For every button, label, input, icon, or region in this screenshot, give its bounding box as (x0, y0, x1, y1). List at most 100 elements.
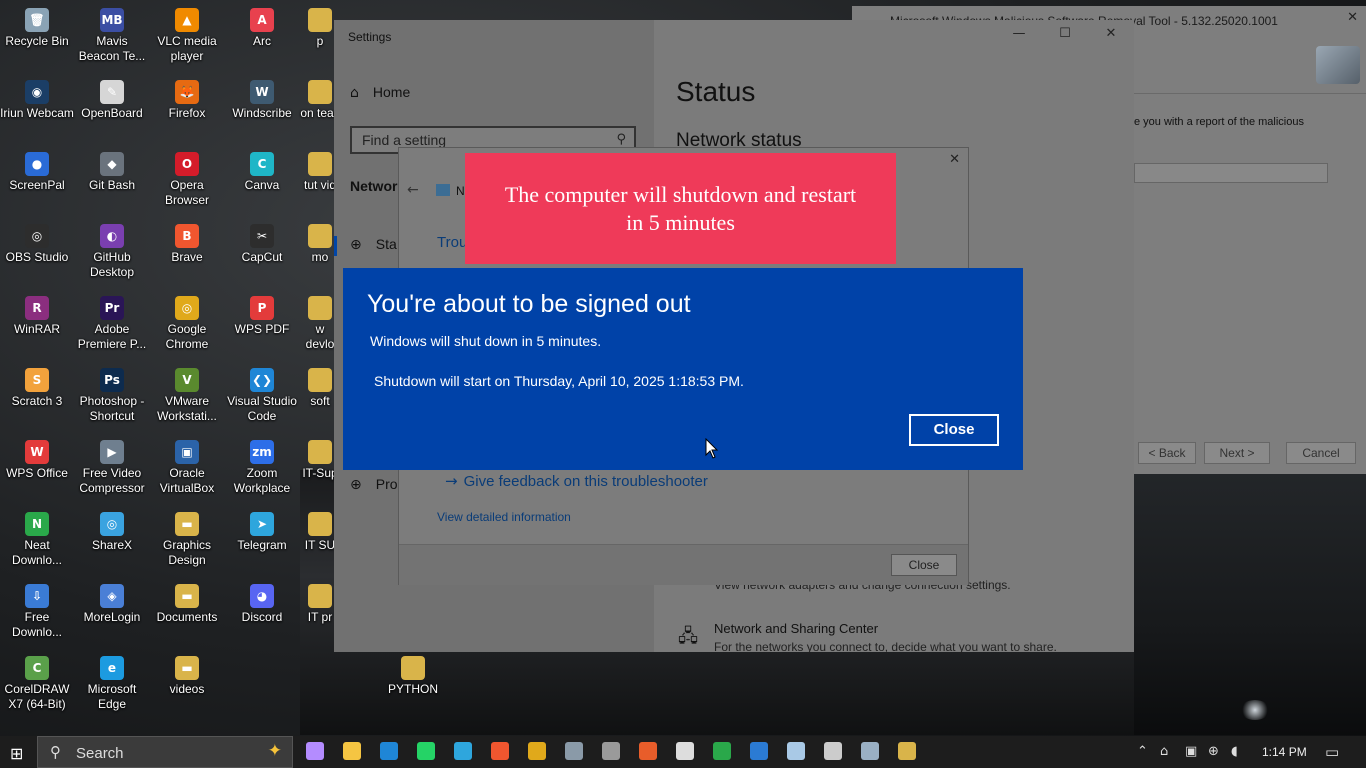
sidebar-item-label: Home (372, 84, 411, 100)
desktop-icon[interactable]: ◉ Iriun Webcam (0, 74, 74, 121)
signout-close-button[interactable]: Close (909, 414, 999, 446)
clock[interactable]: 1:14 PM (1262, 745, 1307, 759)
desktop-icon[interactable]: 🗑 Recycle Bin (0, 2, 74, 49)
sidebar-item-proxy[interactable]: ⊕ Pro (350, 476, 398, 493)
desktop-icon[interactable]: N Neat Downlo... (0, 506, 74, 568)
desktop-icon[interactable]: P WPS PDF (225, 290, 299, 337)
close-icon[interactable]: ✕ (949, 152, 960, 167)
folder-icon (308, 152, 332, 176)
maximize-icon[interactable]: ☐ (1050, 26, 1080, 46)
desktop-icon[interactable]: ▣ Oracle VirtualBox (150, 434, 224, 496)
edge-app-icon[interactable] (639, 742, 657, 760)
back-arrow-icon[interactable]: ← (407, 182, 419, 198)
desktop-icon[interactable]: zm Zoom Workplace (225, 434, 299, 496)
desktop-icon[interactable]: ▶ Free Video Compressor (75, 434, 149, 496)
desktop-icon[interactable]: B Brave (150, 218, 224, 265)
desktop-icon[interactable]: ◈ MoreLogin (75, 578, 149, 625)
desktop-icon[interactable]: A Arc (225, 2, 299, 49)
outlook-app-icon[interactable] (750, 742, 768, 760)
whatsapp-app-icon[interactable] (417, 742, 435, 760)
desktop-icon[interactable]: W WPS Office (0, 434, 74, 481)
desktop-icon-label: Arc (253, 34, 271, 48)
desktop-icon[interactable]: V VMware Workstati... (150, 362, 224, 424)
search-icon: ⚲ (616, 132, 626, 147)
desktop-icon[interactable]: Ps Photoshop - Shortcut (75, 362, 149, 424)
tools-app-icon[interactable] (898, 742, 916, 760)
next-button[interactable]: Next > (1204, 442, 1270, 464)
sidebar-item-status[interactable]: ⊕ Sta (334, 236, 397, 256)
network-sharing-center-link[interactable]: Network and Sharing Center (714, 621, 878, 636)
settings-title: Settings (348, 30, 392, 44)
wordpress-app-icon[interactable] (565, 742, 583, 760)
desktop-icon[interactable]: e Microsoft Edge (75, 650, 149, 712)
msrt-app-icon[interactable] (861, 742, 879, 760)
folder-icon (308, 440, 332, 464)
taskbar-search-box[interactable]: ⚲ Search ✦ (37, 736, 293, 768)
notification-text: The computer will shutdown and restart i… (504, 181, 857, 235)
desktop-icon[interactable]: ❮❯ Visual Studio Code (225, 362, 299, 424)
close-icon[interactable]: ✕ (1096, 26, 1126, 46)
desktop-icon[interactable]: ◎ Google Chrome (150, 290, 224, 352)
feedback-link[interactable]: → Give feedback on this troubleshooter (445, 472, 708, 490)
folder-icon (308, 296, 332, 320)
signout-dialog[interactable]: You're about to be signed out Windows wi… (343, 268, 1023, 470)
desktop-icon[interactable]: ✎ OpenBoard (75, 74, 149, 121)
troubleshooter-close-button[interactable]: Close (891, 554, 957, 576)
notification-center-icon[interactable]: ▭ (1325, 743, 1339, 761)
desktop-icon[interactable]: ▬ Documents (150, 578, 224, 625)
excel-app-icon[interactable] (713, 742, 731, 760)
desktop-icon[interactable]: ◎ OBS Studio (0, 218, 74, 265)
signout-heading: You're about to be signed out (367, 290, 691, 318)
desktop-icon[interactable]: ▬ videos (150, 650, 224, 697)
chevron-up-icon[interactable]: ⌃ (1137, 744, 1148, 759)
windows-start-icon[interactable]: ⊞ (10, 744, 23, 763)
app-icon: 🦊 (175, 80, 199, 104)
minimize-icon[interactable]: — (1004, 26, 1034, 46)
file-explorer-app-icon[interactable] (343, 742, 361, 760)
desktop-icon[interactable]: ▬ Graphics Design (150, 506, 224, 568)
chrome-app-icon[interactable] (528, 742, 546, 760)
desktop-icon[interactable]: PYTHON (376, 650, 450, 697)
network-icon[interactable]: ⌂ (1160, 744, 1168, 759)
desktop-icon[interactable]: ◐ GitHub Desktop (75, 218, 149, 280)
desktop-icon[interactable]: Pr Adobe Premiere P... (75, 290, 149, 352)
app-icon: P (250, 296, 274, 320)
webcam-icon[interactable]: ▣ (1185, 744, 1197, 759)
desktop-icon-label: Photoshop - Shortcut (79, 394, 145, 423)
desktop-icon[interactable]: ● ScreenPal (0, 146, 74, 193)
desktop-icon[interactable]: C CorelDRAW X7 (64-Bit) (0, 650, 74, 712)
desktop-icon[interactable]: R WinRAR (0, 290, 74, 337)
volume-icon[interactable]: ◖ (1231, 744, 1238, 759)
qq-app-icon[interactable] (676, 742, 694, 760)
desktop-icon[interactable]: O Opera Browser (150, 146, 224, 208)
sparkle-icon: ✦ (267, 741, 282, 761)
close-icon[interactable]: ✕ (1347, 10, 1358, 25)
desktop-icon[interactable]: 🦊 Firefox (150, 74, 224, 121)
app-icon: ◎ (100, 512, 124, 536)
copilot-app-icon[interactable] (306, 742, 324, 760)
search-icon: ⚲ (50, 743, 61, 761)
desktop-icon[interactable]: W Windscribe (225, 74, 299, 121)
brave-app-icon[interactable] (491, 742, 509, 760)
desktop-icon[interactable]: ✂ CapCut (225, 218, 299, 265)
vscode-app-icon[interactable] (380, 742, 398, 760)
desktop-icon-label: Opera Browser (164, 178, 209, 207)
desktop-icon[interactable]: ▲ VLC media player (150, 2, 224, 64)
back-button[interactable]: < Back (1138, 442, 1196, 464)
language-globe-icon[interactable]: ⊕ (1208, 744, 1219, 759)
desktop-icon[interactable]: ◆ Git Bash (75, 146, 149, 193)
desktop-icon[interactable]: ◕ Discord (225, 578, 299, 625)
desktop-icon[interactable]: ⇩ Free Downlo... (0, 578, 74, 640)
paint-app-icon[interactable] (787, 742, 805, 760)
settings-app-icon[interactable] (824, 742, 842, 760)
telegram-app-icon[interactable] (454, 742, 472, 760)
sidebar-item-home[interactable]: ⌂ Home (350, 84, 410, 101)
desktop-icon[interactable]: ➤ Telegram (225, 506, 299, 553)
desktop-icon[interactable]: ◎ ShareX (75, 506, 149, 553)
desktop-icon[interactable]: S Scratch 3 (0, 362, 74, 409)
desktop-icon[interactable]: C Canva (225, 146, 299, 193)
desktop-icon[interactable]: MB Mavis Beacon Te... (75, 2, 149, 64)
obs-app-icon[interactable] (602, 742, 620, 760)
detailed-info-link[interactable]: View detailed information (437, 510, 571, 524)
cancel-button[interactable]: Cancel (1286, 442, 1356, 464)
